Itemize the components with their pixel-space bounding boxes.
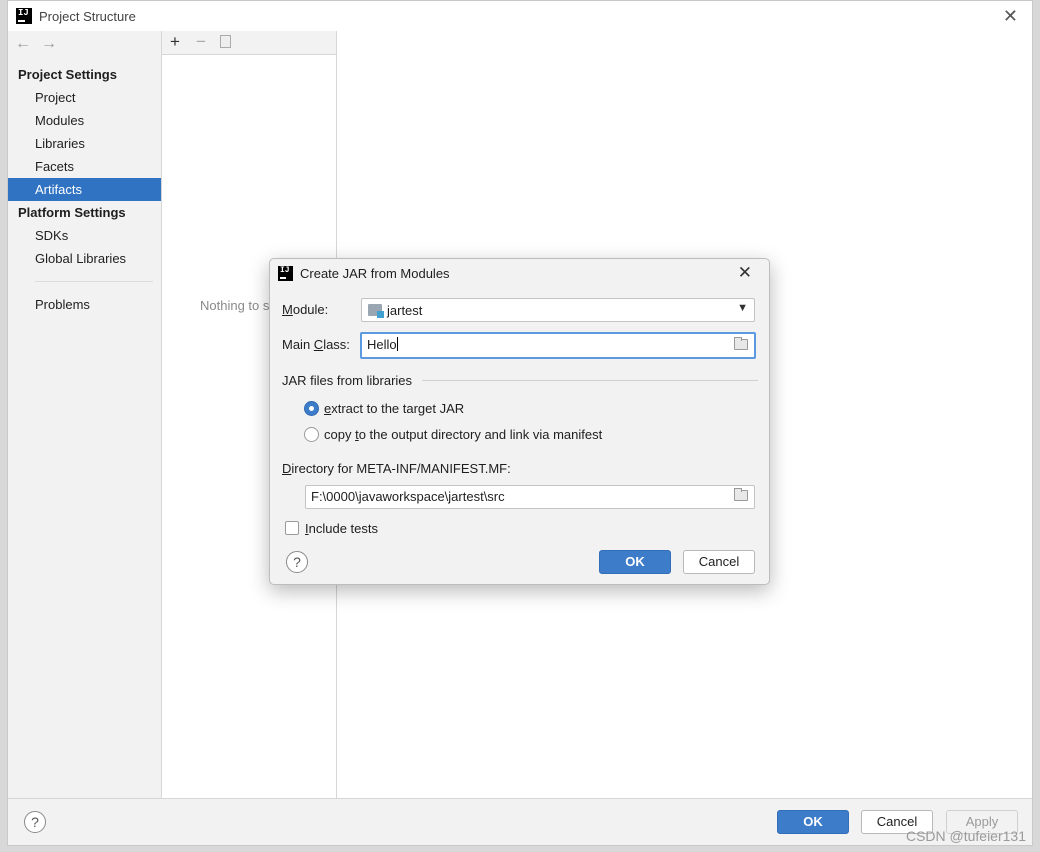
remove-icon[interactable]: − <box>196 32 206 52</box>
sidebar-item-problems[interactable]: Problems <box>8 293 161 316</box>
browse-folder-icon[interactable] <box>734 337 748 350</box>
copy-radio-label[interactable]: copy to the output directory and link vi… <box>324 427 602 442</box>
sidebar-item-facets[interactable]: Facets <box>8 155 161 178</box>
watermark: CSDN @tufeier131 <box>905 828 1026 844</box>
dialog-title: Create JAR from Modules <box>300 266 450 281</box>
module-folder-icon <box>368 304 384 318</box>
group-divider <box>422 380 758 381</box>
extract-radio[interactable] <box>304 401 319 416</box>
forward-arrow-icon[interactable]: → <box>41 35 57 52</box>
ok-button[interactable]: OK <box>777 810 849 834</box>
sidebar-item-global-libraries[interactable]: Global Libraries <box>8 247 161 270</box>
chevron-down-icon[interactable]: ▼ <box>737 302 748 314</box>
platform-settings-header: Platform Settings <box>18 205 126 220</box>
sidebar-item-artifacts[interactable]: Artifacts <box>8 178 161 201</box>
window-title: Project Structure <box>39 9 136 24</box>
intellij-logo-icon: IJ <box>278 266 293 281</box>
sidebar-item-modules[interactable]: Modules <box>8 109 161 132</box>
module-label: Module: <box>282 302 329 317</box>
manifest-dir-value: F:\0000\javaworkspace\jartest\src <box>311 489 505 504</box>
module-combobox[interactable]: jartest ▼ <box>361 298 755 322</box>
sidebar-item-project[interactable]: Project <box>8 86 161 109</box>
manifest-dir-input[interactable]: F:\0000\javaworkspace\jartest\src <box>305 485 755 509</box>
include-tests-checkbox[interactable] <box>285 521 299 535</box>
title-bar: IJ Project Structure ✕ <box>8 1 1032 31</box>
nav-arrows: ← → <box>15 35 67 53</box>
extract-radio-label[interactable]: extract to the target JAR <box>324 401 464 416</box>
help-icon[interactable]: ? <box>24 811 46 833</box>
create-jar-dialog: IJ Create JAR from Modules ✕ Module: jar… <box>269 258 770 585</box>
dialog-ok-button[interactable]: OK <box>599 550 671 574</box>
intellij-logo-icon: IJ <box>16 8 32 24</box>
jar-files-group-label: JAR files from libraries <box>282 373 413 388</box>
project-settings-header: Project Settings <box>18 67 117 82</box>
include-tests-label[interactable]: Include tests <box>305 521 378 536</box>
dialog-help-icon[interactable]: ? <box>286 551 308 573</box>
sidebar: ← → Project Settings Project Modules Libr… <box>8 31 162 798</box>
copy-icon[interactable] <box>220 35 231 48</box>
add-icon[interactable]: + <box>170 32 180 52</box>
manifest-dir-label: Directory for META-INF/MANIFEST.MF: <box>282 461 511 476</box>
close-icon[interactable]: ✕ <box>1003 6 1018 27</box>
bottom-button-bar: ? OK Cancel Apply <box>8 798 1032 845</box>
back-arrow-icon[interactable]: ← <box>15 35 31 52</box>
sidebar-divider <box>35 281 153 282</box>
browse-folder-icon[interactable] <box>734 488 748 501</box>
main-class-label: Main Class: <box>282 337 350 352</box>
artifacts-toolbar: + − <box>162 31 336 55</box>
main-class-value: Hello <box>367 337 398 352</box>
main-class-input[interactable]: Hello <box>360 332 756 359</box>
empty-list-message: Nothing to s <box>200 298 270 313</box>
copy-radio[interactable] <box>304 427 319 442</box>
sidebar-item-libraries[interactable]: Libraries <box>8 132 161 155</box>
dialog-close-icon[interactable]: ✕ <box>738 263 752 283</box>
sidebar-item-sdks[interactable]: SDKs <box>8 224 161 247</box>
module-value: jartest <box>387 303 423 318</box>
dialog-cancel-button[interactable]: Cancel <box>683 550 755 574</box>
